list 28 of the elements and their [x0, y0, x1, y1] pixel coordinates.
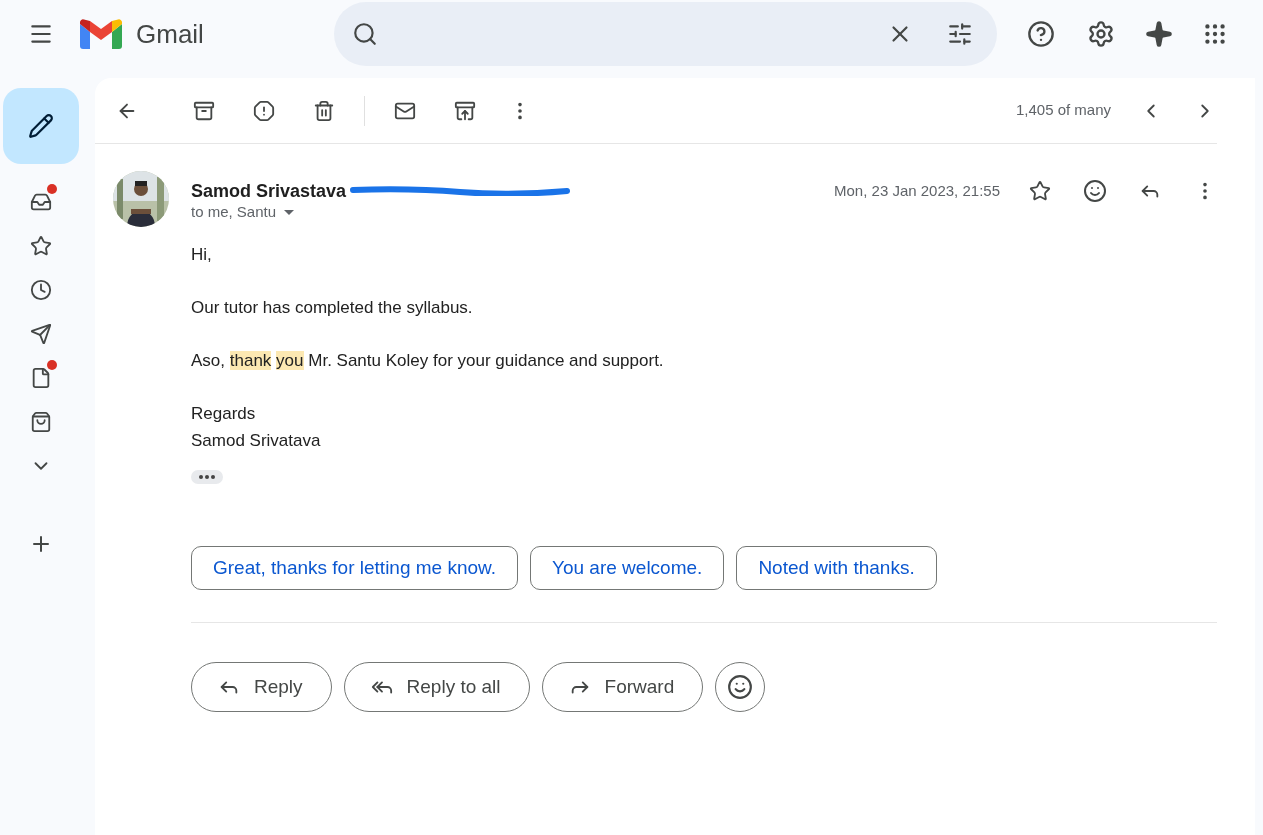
clock-icon	[29, 279, 52, 301]
body-text: Regards	[191, 403, 256, 425]
compose-button[interactable]	[2, 88, 79, 164]
smart-reply-chip[interactable]: You are welcome.	[530, 546, 725, 590]
message-position: 1,405 of many	[1015, 100, 1111, 121]
gmail-logo-icon	[80, 18, 122, 50]
pencil-icon	[27, 113, 54, 139]
show-trimmed-content-button[interactable]	[191, 470, 223, 484]
filter-icon	[946, 21, 973, 47]
ellipsis-icon	[199, 475, 215, 479]
body-text: Samod Srivatava	[191, 430, 321, 452]
body-text: Hi,	[191, 244, 212, 266]
body-text: Aso, thank you Mr. Santu Koley for your guidance and support.	[191, 350, 664, 372]
emoji-icon[interactable]	[715, 662, 766, 712]
body-text: Our tutor has completed the syllabus.	[191, 297, 473, 319]
app-name: Gmail	[136, 17, 204, 51]
smart-reply-chip[interactable]: Great, thanks for letting me know.	[191, 546, 519, 590]
bag-icon	[29, 411, 52, 433]
star-icon	[29, 235, 52, 257]
smart-reply-chip[interactable]: Noted with thanks.	[736, 546, 937, 590]
send-icon	[29, 323, 52, 345]
inbox-icon	[29, 191, 52, 213]
recipients: to me, Santu	[191, 202, 277, 222]
action-button[interactable]: Reply	[191, 662, 332, 712]
sender-name: Samod Srivastava	[191, 179, 347, 203]
caret-icon[interactable]	[284, 209, 295, 215]
search-icon	[351, 21, 378, 47]
message-date: Mon, 23 Jan 2023, 21:55	[834, 180, 1000, 201]
